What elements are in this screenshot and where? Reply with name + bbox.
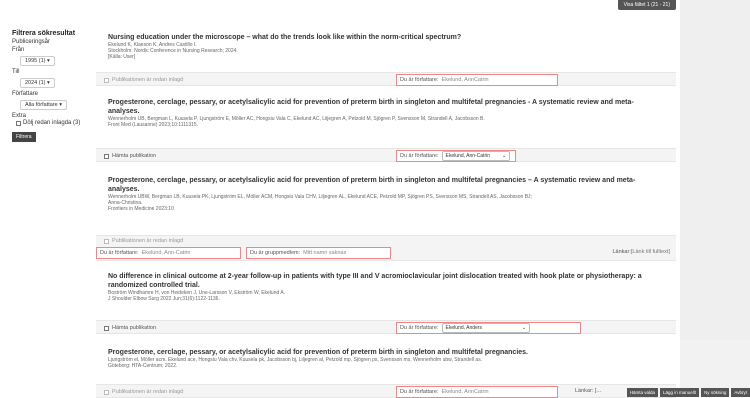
already-added-label: Publikationen är redan inlagd	[112, 77, 184, 83]
chevron-down-icon: ⌄	[521, 325, 527, 331]
from-label: Från	[12, 47, 25, 53]
author-select[interactable]: Alla författare ▾	[20, 100, 67, 110]
fetch-selected-button[interactable]: Hämta valda	[626, 388, 659, 397]
publication-source: Göteborg: HTA-Centrum; 2022.	[108, 363, 178, 369]
list-item: No difference in clinical outcome at 2-y…	[96, 272, 676, 302]
author-field-label: Du är författare:	[400, 389, 439, 395]
right-panel-upper	[680, 0, 750, 340]
links: Länkar:[Länk till fulltext]	[613, 249, 671, 255]
group-member-field[interactable]: Du är gruppmedlem: Mitt namn saknas	[246, 247, 391, 259]
to-year-select[interactable]: 2024 (1) ▾	[20, 78, 55, 88]
fetch-publication-row[interactable]: Hämta publikation	[104, 325, 156, 331]
cancel-button[interactable]: Avbryt	[731, 388, 750, 397]
author-select[interactable]: Ekelund, Anders ⌄	[441, 323, 531, 333]
group-field-label: Du är gruppmedlem:	[250, 250, 301, 256]
fetch-publication-row[interactable]: Hämta publikation	[104, 153, 156, 159]
links-label: Länkar:	[612, 249, 631, 255]
links-label: Länkar: [...	[575, 388, 601, 394]
publication-title[interactable]: Progesterone, cerclage, pessary, or acet…	[96, 98, 676, 116]
author-field[interactable]: Du är författare: Ekelund, Ann-Catrin ⌄	[396, 150, 516, 162]
already-added-checkbox	[104, 77, 109, 83]
author-select[interactable]: Ekelund, Ann-Catrin ⌄	[441, 151, 511, 161]
right-panel	[680, 0, 750, 397]
filter-title: Filtrera sökresultat	[12, 30, 76, 37]
author-field-label: Du är författare:	[400, 77, 439, 83]
bottom-toolbar: Hämta valda Lägg in manuellt Ny sökning …	[626, 388, 750, 397]
author-select-value: Ekelund, Anders	[445, 325, 482, 331]
publication-source: Frontiers in Medicine 2023:10	[108, 206, 174, 212]
publication-title[interactable]: Nursing education under the microscope –…	[96, 33, 676, 42]
hide-added-checkbox-row[interactable]: Dölj redan inlagda (3)	[16, 120, 92, 126]
filter-sidebar: Filtrera sökresultat Publiceringsår Från…	[0, 0, 92, 397]
author-field[interactable]: Du är författare: Ekelund, AnnCatrin	[396, 386, 558, 398]
author-select-value: Ekelund, Ann-Catrin	[445, 153, 491, 159]
already-added-row: Publikationen är redan inlagd	[104, 389, 183, 395]
author-field-label: Du är författare:	[400, 325, 439, 331]
author-field[interactable]: Du är författare: Ekelund, AnnCatrin	[396, 74, 558, 86]
publication-title[interactable]: Progesterone, cerclage, pessary, or acet…	[96, 348, 676, 357]
already-added-checkbox	[104, 238, 109, 244]
list-item: Nursing education under the microscope –…	[96, 33, 676, 60]
entry-action-bar: Publikationen är redan inlagd Du är förf…	[96, 72, 676, 86]
author-field-label: Du är författare:	[100, 250, 139, 256]
author-field-value[interactable]: Ekelund, AnnCatrin	[442, 77, 489, 83]
chevron-down-icon: ⌄	[502, 153, 507, 159]
author-field-value[interactable]: Ekelund, Ann-Catrin	[142, 250, 191, 256]
new-search-button[interactable]: Ny sökning	[701, 388, 730, 397]
publication-source: Front Med (Lausanne) 2023;10:1111315.	[108, 122, 199, 128]
pub-year-label: Publiceringsår	[12, 39, 51, 45]
results-list: Visa fältet 1 (21 - 21) Nursing educatio…	[96, 0, 676, 398]
author-label: Författare	[12, 91, 39, 97]
extra-label: Extra	[12, 113, 27, 119]
to-label: Till	[12, 69, 20, 75]
show-field-button[interactable]: Visa fältet 1 (21 - 21)	[617, 0, 676, 10]
entry-action-bar: Hämta publikation Du är författare: Ekelu…	[96, 320, 676, 334]
from-year-select[interactable]: 1995 (1) ▾	[20, 56, 55, 66]
already-added-checkbox	[104, 389, 109, 395]
add-manually-button[interactable]: Lägg in manuellt	[660, 388, 700, 397]
fetch-publication-label: Hämta publikation	[112, 325, 157, 331]
list-item: Progesterone, cerclage, pessary, or acet…	[96, 176, 676, 212]
already-added-row: Publikationen är redan inlagd	[104, 77, 183, 83]
entry-action-bar: Publikationen är redan inlagd Du är förf…	[96, 235, 676, 261]
fetch-publication-checkbox[interactable]	[104, 153, 109, 159]
author-field[interactable]: Du är författare: Ekelund, Ann-Catrin	[96, 247, 241, 259]
group-field-value[interactable]: Mitt namn saknas	[303, 250, 346, 256]
fulltext-link[interactable]: [Länk till fulltext]	[631, 249, 670, 255]
author-field-label: Du är författare:	[400, 153, 439, 159]
filter-button[interactable]: Filtrera	[12, 132, 36, 142]
already-added-label: Publikationen är redan inlagd	[112, 389, 184, 395]
fetch-publication-checkbox[interactable]	[104, 325, 109, 331]
author-field[interactable]: Du är författare: Ekelund, Anders ⌄	[396, 322, 581, 334]
publication-extra: [Källa: User]	[108, 54, 136, 60]
publication-title[interactable]: Progesterone, cerclage, pessary, or acet…	[96, 176, 676, 194]
entry-action-bar: Hämta publikation Du är författare: Ekelu…	[96, 148, 676, 162]
list-item: Progesterone, cerclage, pessary, or acet…	[96, 98, 676, 128]
list-item: Progesterone, cerclage, pessary, or acet…	[96, 348, 676, 369]
publication-title[interactable]: No difference in clinical outcome at 2-y…	[96, 272, 676, 290]
author-field-value[interactable]: Ekelund, AnnCatrin	[442, 389, 489, 395]
fetch-publication-label: Hämta publikation	[112, 153, 157, 159]
already-added-row: Publikationen är redan inlagd	[104, 238, 183, 244]
hide-added-checkbox[interactable]	[16, 120, 21, 126]
already-added-label: Publikationen är redan inlagd	[112, 238, 184, 244]
publication-source: J Shoulder Elbow Surg 2022 Jun;31(6):112…	[108, 296, 220, 302]
entry-action-bar: Publikationen är redan inlagd Du är förf…	[96, 384, 676, 398]
hide-added-label: Dölj redan inlagda (3)	[23, 120, 81, 126]
links: Länkar: [...	[575, 388, 601, 394]
